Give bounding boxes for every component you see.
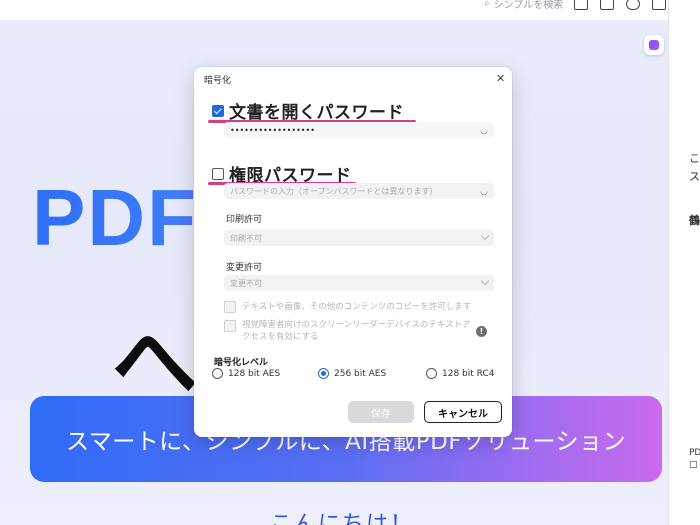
copy-option-label: テキストや画像、その他のコンテンツのコピーを許可します bbox=[242, 302, 472, 312]
change-permission-value: 変更不可 bbox=[230, 278, 262, 288]
panel-fragment: □ bbox=[689, 460, 698, 470]
panel-fragment: ス bbox=[689, 170, 700, 183]
info-icon[interactable]: ! bbox=[476, 326, 487, 337]
radio-button[interactable] bbox=[318, 368, 329, 379]
radio-label: 128 bit RC4 bbox=[442, 368, 495, 379]
open-password-checkbox[interactable] bbox=[212, 104, 224, 117]
search-placeholder: シンプルを検索 bbox=[493, 0, 564, 11]
search-icon: ⌕ bbox=[484, 0, 490, 9]
radio-label: 128 bit AES bbox=[228, 368, 281, 379]
close-icon[interactable]: ✕ bbox=[496, 72, 505, 85]
copy-checkbox[interactable] bbox=[224, 301, 236, 313]
panel-fragment: 鶴 bbox=[689, 214, 700, 227]
radio-256-aes[interactable]: 256 bit AES bbox=[318, 368, 386, 379]
print-permission-label: 印刷許可 bbox=[226, 215, 263, 225]
cloud-icon[interactable] bbox=[626, 0, 640, 10]
permission-password-checkbox[interactable] bbox=[212, 167, 224, 180]
eye-icon[interactable]: ◡ bbox=[480, 187, 488, 197]
top-toolbar: ⌕ シンプルを検索 bbox=[0, 0, 700, 20]
radio-button[interactable] bbox=[212, 368, 223, 379]
print-permission-value: 印刷不可 bbox=[230, 233, 262, 243]
radio-128-aes[interactable]: 128 bit AES bbox=[212, 368, 280, 379]
radio-button[interactable] bbox=[426, 368, 437, 379]
share-icon[interactable] bbox=[652, 0, 666, 10]
screen-reader-option[interactable]: 視覚障害者向けのスクリーンリーダーデバイスのテキストアクセスを有効にする bbox=[224, 319, 474, 343]
dialog-title: 暗号化 bbox=[204, 76, 232, 86]
permission-password-field[interactable]: パスワードの入力（オープンパスワードとは異なります） ◡ bbox=[224, 183, 494, 199]
encryption-level-label: 暗号化レベル bbox=[214, 358, 269, 368]
greeting-text: こんにちは！ bbox=[270, 512, 415, 525]
permission-password-placeholder: パスワードの入力（オープンパスワードとは異なります） bbox=[230, 186, 438, 196]
screen-reader-checkbox[interactable] bbox=[224, 320, 236, 332]
eye-icon[interactable]: ◡ bbox=[480, 126, 488, 136]
open-password-field[interactable]: •••••••••••••••••• ◡ bbox=[224, 122, 494, 138]
radio-128-rc4[interactable]: 128 bit RC4 bbox=[426, 368, 494, 379]
toolbar-search[interactable]: ⌕ シンプルを検索 bbox=[484, 0, 563, 11]
cancel-button[interactable]: キャンセル bbox=[424, 401, 502, 423]
open-password-value: •••••••••••••••••• bbox=[230, 125, 315, 135]
panel-fragment: PD bbox=[689, 448, 700, 458]
right-panel: こ ス 鶴 PD □ bbox=[668, 0, 700, 525]
chevron-down-icon bbox=[480, 231, 490, 241]
encryption-dialog: 暗号化 ✕ 文書を開くパスワード •••••••••••••••••• ◡ 権限… bbox=[194, 67, 512, 437]
chevron-down-icon bbox=[480, 276, 490, 286]
change-permission-select[interactable]: 変更不可 bbox=[224, 275, 494, 291]
change-permission-label: 変更許可 bbox=[226, 263, 263, 273]
screen-reader-option-label: 視覚障害者向けのスクリーンリーダーデバイスのテキストアクセスを有効にする bbox=[242, 320, 471, 342]
print-permission-select[interactable]: 印刷不可 bbox=[224, 230, 494, 246]
ai-assistant-icon[interactable] bbox=[644, 35, 664, 55]
radio-label: 256 bit AES bbox=[334, 368, 387, 379]
save-button[interactable]: 保存 bbox=[348, 401, 414, 423]
panel-fragment: こ bbox=[689, 152, 700, 165]
copy-option[interactable]: テキストや画像、その他のコンテンツのコピーを許可します bbox=[224, 301, 471, 313]
print-icon[interactable] bbox=[600, 0, 614, 10]
save-icon[interactable] bbox=[574, 0, 588, 10]
